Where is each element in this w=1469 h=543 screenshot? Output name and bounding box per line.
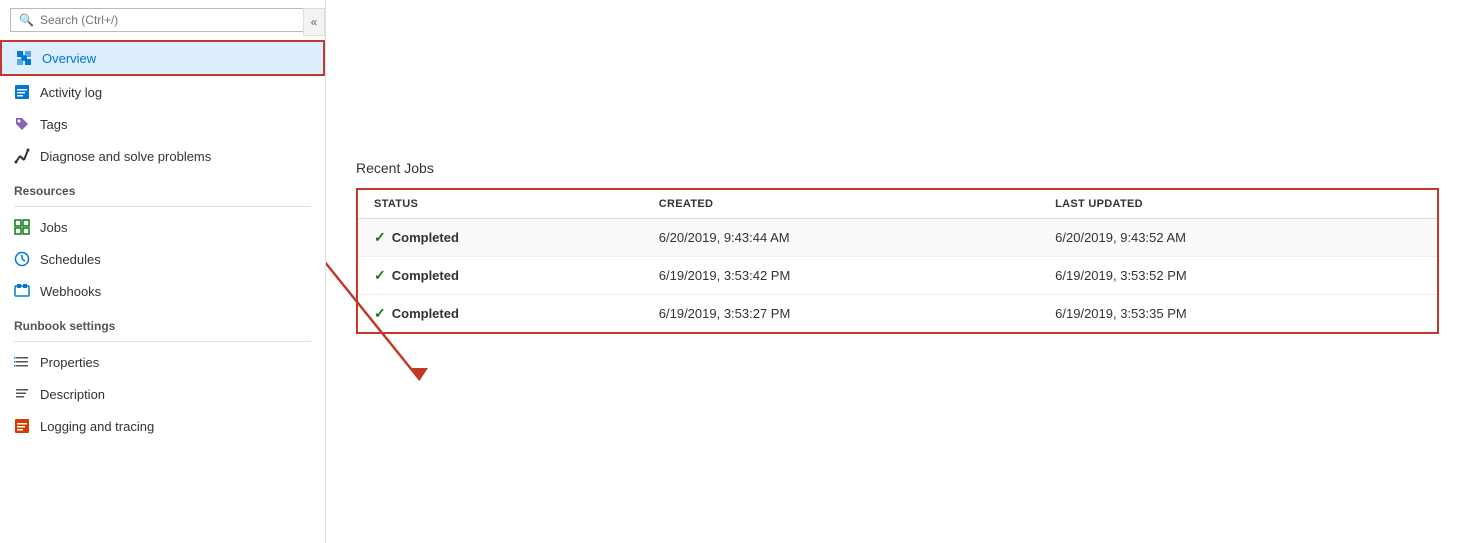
sidebar-item-jobs-label: Jobs	[40, 220, 67, 235]
col-header-last-updated: LAST UPDATED	[1039, 189, 1438, 219]
sidebar-item-properties[interactable]: Properties	[0, 346, 325, 378]
table-row[interactable]: ✓ Completed 6/20/2019, 9:43:44 AM 6/20/2…	[357, 219, 1438, 257]
sidebar-item-diagnose-label: Diagnose and solve problems	[40, 149, 211, 164]
created-value: 6/19/2019, 3:53:42 PM	[643, 257, 1039, 295]
webhooks-icon	[14, 283, 30, 299]
section-divider-resources	[14, 206, 311, 207]
diagnose-icon	[14, 148, 30, 164]
sidebar-item-logging-label: Logging and tracing	[40, 419, 154, 434]
section-divider-runbook	[14, 341, 311, 342]
sidebar-item-properties-label: Properties	[40, 355, 99, 370]
check-icon: ✓	[374, 267, 386, 284]
table-row[interactable]: ✓ Completed 6/19/2019, 3:53:42 PM 6/19/2…	[357, 257, 1438, 295]
col-header-status: STATUS	[357, 189, 643, 219]
sidebar-item-logging[interactable]: Logging and tracing	[0, 410, 325, 442]
logging-icon	[14, 418, 30, 434]
sidebar: 🔍 « Overview Activity l	[0, 0, 326, 543]
sidebar-item-tags-label: Tags	[40, 117, 67, 132]
tags-icon	[14, 116, 30, 132]
sidebar-item-diagnose[interactable]: Diagnose and solve problems	[0, 140, 325, 172]
sidebar-item-activity-log[interactable]: Activity log	[0, 76, 325, 108]
sidebar-item-overview-label: Overview	[42, 51, 96, 66]
table-header-row: STATUS CREATED LAST UPDATED	[357, 189, 1438, 219]
sidebar-item-schedules-label: Schedules	[40, 252, 101, 267]
collapse-button[interactable]: «	[303, 8, 325, 36]
col-header-created: CREATED	[643, 189, 1039, 219]
properties-icon	[14, 354, 30, 370]
section-runbook-settings-header: Runbook settings	[0, 307, 325, 337]
main-content: Recent Jobs STATUS CREATED LAST UPDATED …	[326, 0, 1469, 543]
sidebar-item-webhooks[interactable]: Webhooks	[0, 275, 325, 307]
search-bar[interactable]: 🔍	[10, 8, 315, 32]
section-resources-header: Resources	[0, 172, 325, 202]
sidebar-item-webhooks-label: Webhooks	[40, 284, 101, 299]
status-value: Completed	[392, 230, 459, 245]
last-updated-value: 6/20/2019, 9:43:52 AM	[1039, 219, 1438, 257]
activity-log-icon	[14, 84, 30, 100]
sidebar-item-jobs[interactable]: Jobs	[0, 211, 325, 243]
search-input[interactable]	[40, 13, 306, 27]
sidebar-item-overview[interactable]: Overview	[0, 40, 325, 76]
table-row[interactable]: ✓ Completed 6/19/2019, 3:53:27 PM 6/19/2…	[357, 295, 1438, 334]
status-value: Completed	[392, 306, 459, 321]
sidebar-item-schedules[interactable]: Schedules	[0, 243, 325, 275]
schedules-icon	[14, 251, 30, 267]
created-value: 6/19/2019, 3:53:27 PM	[643, 295, 1039, 334]
created-value: 6/20/2019, 9:43:44 AM	[643, 219, 1039, 257]
sidebar-item-activity-log-label: Activity log	[40, 85, 102, 100]
sidebar-item-description-label: Description	[40, 387, 105, 402]
last-updated-value: 6/19/2019, 3:53:52 PM	[1039, 257, 1438, 295]
status-cell: ✓ Completed	[357, 295, 643, 334]
recent-jobs-title: Recent Jobs	[356, 160, 1439, 176]
status-value: Completed	[392, 268, 459, 283]
sidebar-item-tags[interactable]: Tags	[0, 108, 325, 140]
search-icon: 🔍	[19, 13, 34, 27]
overview-icon	[16, 50, 32, 66]
status-cell: ✓ Completed	[357, 219, 643, 257]
jobs-icon	[14, 219, 30, 235]
check-icon: ✓	[374, 229, 386, 246]
check-icon: ✓	[374, 305, 386, 322]
jobs-table: STATUS CREATED LAST UPDATED ✓ Completed …	[356, 188, 1439, 334]
last-updated-value: 6/19/2019, 3:53:35 PM	[1039, 295, 1438, 334]
sidebar-item-description[interactable]: Description	[0, 378, 325, 410]
status-cell: ✓ Completed	[357, 257, 643, 295]
description-icon	[14, 386, 30, 402]
